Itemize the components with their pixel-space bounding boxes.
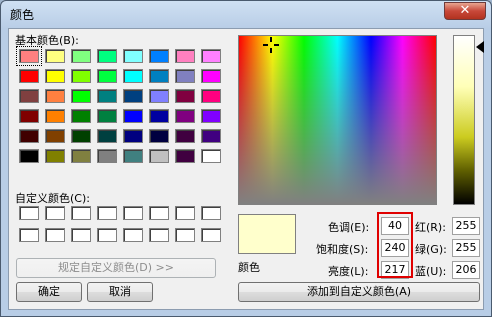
basic-color-swatch[interactable] (71, 49, 91, 63)
hue-label: 色调(E): (328, 221, 370, 234)
custom-color-swatch[interactable] (97, 206, 117, 220)
basic-color-swatch[interactable] (45, 149, 65, 163)
basic-color-swatch[interactable] (19, 69, 39, 83)
basic-color-swatch[interactable] (175, 149, 195, 163)
custom-color-swatch[interactable] (149, 228, 169, 242)
custom-color-swatch[interactable] (97, 228, 117, 242)
blue-label: 蓝(U): (415, 265, 447, 278)
basic-color-swatch[interactable] (149, 49, 169, 63)
basic-color-swatch[interactable] (175, 49, 195, 63)
basic-color-swatch[interactable] (71, 129, 91, 143)
basic-color-swatch[interactable] (71, 109, 91, 123)
basic-colors-grid (16, 46, 221, 163)
luminance-label: 亮度(L): (328, 265, 369, 278)
basic-color-swatch[interactable] (19, 129, 39, 143)
basic-color-swatch[interactable] (19, 149, 39, 163)
basic-color-swatch[interactable] (201, 69, 221, 83)
basic-color-swatch[interactable] (149, 109, 169, 123)
color-dialog-window: 颜色 ✕ 基本颜色(B): 自定义颜色(C): 规定自定义颜色(D) >> 确定… (0, 0, 492, 317)
preview-label: 颜色 (238, 261, 260, 274)
basic-color-swatch[interactable] (149, 149, 169, 163)
custom-color-swatch[interactable] (45, 206, 65, 220)
cancel-button[interactable]: 取消 (87, 282, 153, 302)
basic-color-swatch[interactable] (175, 89, 195, 103)
custom-color-swatch[interactable] (123, 228, 143, 242)
crosshair-cursor[interactable] (263, 37, 279, 53)
basic-color-swatch[interactable] (45, 69, 65, 83)
basic-color-swatch[interactable] (97, 109, 117, 123)
basic-color-swatch[interactable] (97, 69, 117, 83)
custom-color-swatch[interactable] (175, 206, 195, 220)
basic-color-swatch[interactable] (175, 69, 195, 83)
basic-color-swatch[interactable] (123, 49, 143, 63)
color-spectrum[interactable] (238, 35, 437, 205)
basic-color-swatch[interactable] (123, 109, 143, 123)
dialog-client-area: 基本颜色(B): 自定义颜色(C): 规定自定义颜色(D) >> 确定 取消 颜… (8, 28, 484, 310)
basic-color-swatch[interactable] (45, 89, 65, 103)
custom-color-swatch[interactable] (201, 228, 221, 242)
basic-color-swatch[interactable] (123, 149, 143, 163)
luminosity-slider-arrow[interactable] (476, 41, 484, 53)
basic-color-swatch[interactable] (201, 109, 221, 123)
basic-color-swatch[interactable] (201, 129, 221, 143)
custom-color-swatch[interactable] (175, 228, 195, 242)
basic-color-swatch[interactable] (71, 69, 91, 83)
basic-color-swatch[interactable] (45, 109, 65, 123)
custom-color-swatch[interactable] (149, 206, 169, 220)
custom-color-swatch[interactable] (71, 228, 91, 242)
add-to-custom-colors-button[interactable]: 添加到自定义颜色(A) (238, 282, 480, 302)
red-field[interactable]: 255 (452, 217, 480, 235)
title-bar[interactable]: 颜色 ✕ (1, 1, 491, 27)
custom-color-swatch[interactable] (19, 228, 39, 242)
close-button[interactable]: ✕ (444, 2, 486, 20)
custom-color-swatch[interactable] (201, 206, 221, 220)
basic-color-swatch[interactable] (97, 149, 117, 163)
red-label: 红(R): (415, 221, 446, 234)
basic-color-swatch[interactable] (45, 49, 65, 63)
red-highlight-box (377, 212, 413, 278)
custom-color-swatch[interactable] (19, 206, 39, 220)
basic-color-swatch[interactable] (19, 89, 39, 103)
basic-color-swatch[interactable] (123, 89, 143, 103)
basic-color-swatch[interactable] (97, 49, 117, 63)
green-label: 绿(G): (415, 243, 447, 256)
basic-color-swatch[interactable] (175, 129, 195, 143)
basic-color-swatch[interactable] (19, 109, 39, 123)
ok-button[interactable]: 确定 (16, 282, 82, 302)
color-preview (238, 214, 296, 254)
basic-color-swatch[interactable] (201, 89, 221, 103)
basic-color-swatch[interactable] (149, 89, 169, 103)
green-field[interactable]: 255 (452, 239, 480, 257)
blue-field[interactable]: 206 (452, 261, 480, 279)
define-custom-colors-button[interactable]: 规定自定义颜色(D) >> (16, 258, 216, 278)
basic-color-swatch[interactable] (149, 69, 169, 83)
basic-color-swatch[interactable] (97, 129, 117, 143)
basic-color-swatch[interactable] (201, 49, 221, 63)
window-title: 颜色 (10, 8, 35, 22)
basic-color-swatch[interactable] (201, 149, 221, 163)
basic-colors-label: 基本颜色(B): (15, 34, 79, 47)
basic-color-swatch[interactable] (16, 46, 42, 66)
basic-color-swatch[interactable] (97, 89, 117, 103)
basic-color-swatch[interactable] (45, 129, 65, 143)
basic-color-swatch[interactable] (71, 149, 91, 163)
custom-colors-grid (19, 206, 221, 242)
basic-color-swatch[interactable] (123, 129, 143, 143)
custom-color-swatch[interactable] (123, 206, 143, 220)
custom-color-swatch[interactable] (45, 228, 65, 242)
saturation-label: 饱和度(S): (316, 243, 369, 256)
basic-color-swatch[interactable] (149, 129, 169, 143)
basic-color-swatch[interactable] (123, 69, 143, 83)
basic-color-swatch[interactable] (175, 109, 195, 123)
custom-colors-label: 自定义颜色(C): (15, 192, 90, 205)
luminosity-bar[interactable] (453, 35, 475, 205)
basic-color-swatch[interactable] (71, 89, 91, 103)
custom-color-swatch[interactable] (71, 206, 91, 220)
